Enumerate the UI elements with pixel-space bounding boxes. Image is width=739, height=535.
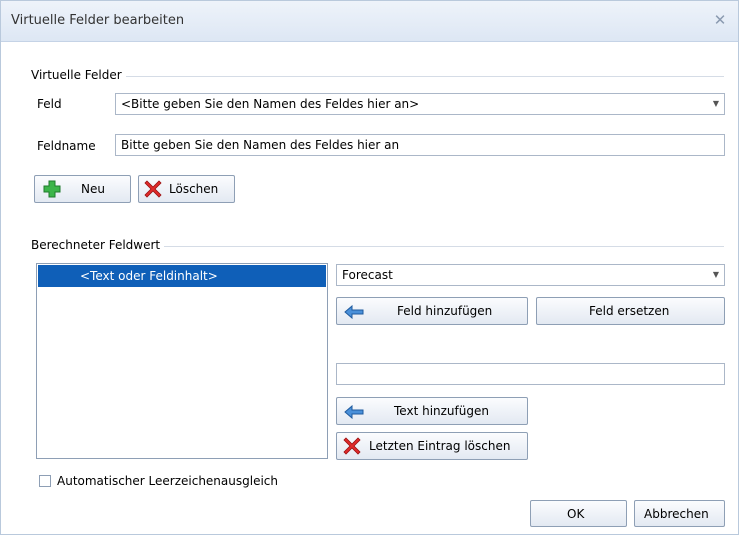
- title-bar: Virtuelle Felder bearbeiten ✕: [1, 1, 738, 42]
- field-dropdown[interactable]: <Bitte geben Sie den Namen des Feldes hi…: [115, 93, 725, 115]
- fieldname-label: Feldname: [37, 139, 96, 153]
- cancel-button[interactable]: Abbrechen: [634, 500, 725, 527]
- delete-button[interactable]: Löschen: [138, 175, 235, 203]
- add-text-button-label: Text hinzufügen: [394, 404, 489, 418]
- replace-field-button[interactable]: Feld ersetzen: [536, 297, 725, 325]
- delete-button-label: Löschen: [169, 182, 219, 196]
- field-select-dropdown[interactable]: Forecast ▼: [336, 264, 725, 286]
- new-button-label: Neu: [81, 182, 105, 196]
- auto-space-checkbox[interactable]: [39, 475, 51, 487]
- arrow-left-icon: [344, 305, 364, 319]
- text-input[interactable]: [336, 363, 725, 385]
- expression-list[interactable]: <Text oder Feldinhalt>: [36, 263, 328, 459]
- list-item-label: <Text oder Feldinhalt>: [80, 269, 218, 283]
- new-button[interactable]: Neu: [34, 175, 131, 203]
- ok-button[interactable]: OK: [530, 500, 627, 527]
- add-field-button-label: Feld hinzufügen: [397, 304, 493, 318]
- plus-icon: [43, 180, 61, 198]
- red-x-icon: [144, 180, 162, 198]
- chevron-down-icon[interactable]: ▼: [713, 265, 719, 285]
- field-label: Feld: [37, 97, 62, 111]
- chevron-down-icon[interactable]: ▼: [713, 94, 719, 114]
- close-icon[interactable]: ✕: [710, 10, 730, 30]
- group-label-virtual-fields: Virtuelle Felder: [31, 68, 126, 82]
- delete-last-entry-button[interactable]: Letzten Eintrag löschen: [336, 432, 528, 460]
- add-text-button[interactable]: Text hinzufügen: [336, 397, 528, 425]
- replace-field-button-label: Feld ersetzen: [589, 304, 670, 318]
- dialog-window: Virtuelle Felder bearbeiten ✕ Virtuelle …: [0, 0, 739, 535]
- add-field-button[interactable]: Feld hinzufügen: [336, 297, 528, 325]
- field-dropdown-value: <Bitte geben Sie den Namen des Feldes hi…: [121, 97, 420, 111]
- group-label-computed-value: Berechneter Feldwert: [31, 238, 165, 252]
- fieldname-input[interactable]: Bitte geben Sie den Namen des Feldes hie…: [115, 134, 725, 156]
- fieldname-input-value: Bitte geben Sie den Namen des Feldes hie…: [121, 138, 400, 152]
- cancel-button-label: Abbrechen: [644, 506, 709, 521]
- field-select-value: Forecast: [342, 268, 393, 282]
- ok-button-label: OK: [567, 506, 585, 521]
- auto-space-label[interactable]: Automatischer Leerzeichenausgleich: [57, 474, 278, 488]
- group-divider: [31, 76, 724, 77]
- red-x-icon: [343, 437, 361, 455]
- dialog-title: Virtuelle Felder bearbeiten: [11, 13, 185, 28]
- delete-last-entry-button-label: Letzten Eintrag löschen: [369, 439, 511, 453]
- list-item[interactable]: <Text oder Feldinhalt>: [38, 265, 326, 287]
- arrow-left-icon: [344, 405, 364, 419]
